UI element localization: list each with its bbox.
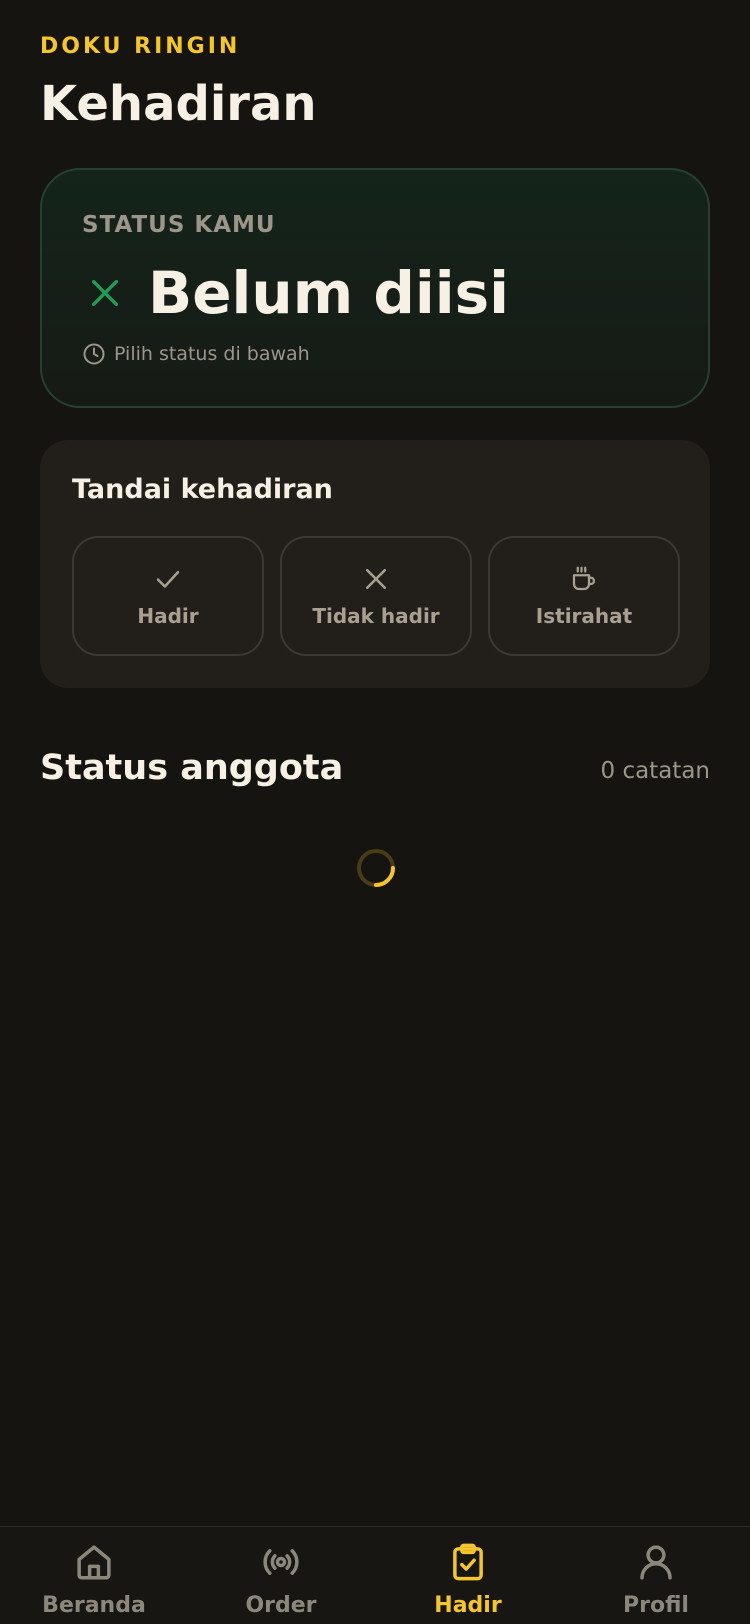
status-hint-text: Pilih status di bawah — [114, 343, 310, 365]
nav-item-order[interactable]: Order — [211, 1541, 351, 1618]
istirahat-button[interactable]: Istirahat — [488, 536, 680, 656]
status-row: Belum diisi — [88, 258, 509, 328]
nav-item-hadir[interactable]: Hadir — [398, 1541, 538, 1618]
status-value: Belum diisi — [148, 259, 510, 327]
nav-label-order: Order — [245, 1593, 317, 1618]
hadir-label: Hadir — [137, 604, 199, 628]
clipboard-check-icon — [453, 1543, 483, 1581]
coffee-icon — [572, 566, 596, 591]
mark-attendance-card: Tandai kehadiran Hadir Tidak hadir Istir… — [40, 440, 710, 688]
x-icon — [366, 569, 386, 589]
mark-attendance-title: Tandai kehadiran — [72, 474, 333, 505]
hadir-button[interactable]: Hadir — [72, 536, 264, 656]
x-icon — [91, 279, 119, 307]
members-count: 0 catatan — [600, 758, 711, 784]
home-icon — [77, 1545, 111, 1580]
members-section-title: Status anggota — [40, 748, 344, 788]
nav-item-beranda[interactable]: Beranda — [24, 1541, 164, 1618]
brand-name: DOKU RINGIN — [40, 34, 241, 59]
istirahat-label: Istirahat — [535, 604, 633, 628]
attendance-page: DOKU RINGIN Kehadiran STATUS KAMU Belum … — [0, 0, 750, 1624]
clock-icon — [83, 343, 105, 365]
nav-label-profil: Profil — [623, 1593, 689, 1618]
bottom-nav: Beranda Order Hadir Profil — [0, 1526, 750, 1624]
tidak-hadir-button[interactable]: Tidak hadir — [280, 536, 472, 656]
status-label: STATUS KAMU — [82, 212, 276, 238]
nav-label-hadir: Hadir — [434, 1593, 502, 1618]
my-status-card: STATUS KAMU Belum diisi Pilih status di … — [40, 168, 710, 408]
tidak-hadir-label: Tidak hadir — [312, 604, 440, 628]
status-hint: Pilih status di bawah — [82, 342, 310, 366]
loading-spinner-icon — [357, 849, 395, 887]
nav-label-beranda: Beranda — [42, 1593, 146, 1618]
broadcast-icon — [263, 1549, 299, 1575]
attendance-options: Hadir Tidak hadir Istirahat — [72, 536, 680, 656]
nav-item-profil[interactable]: Profil — [586, 1541, 726, 1618]
page-title: Kehadiran — [40, 76, 317, 132]
user-icon — [640, 1545, 672, 1580]
check-icon — [156, 570, 180, 588]
